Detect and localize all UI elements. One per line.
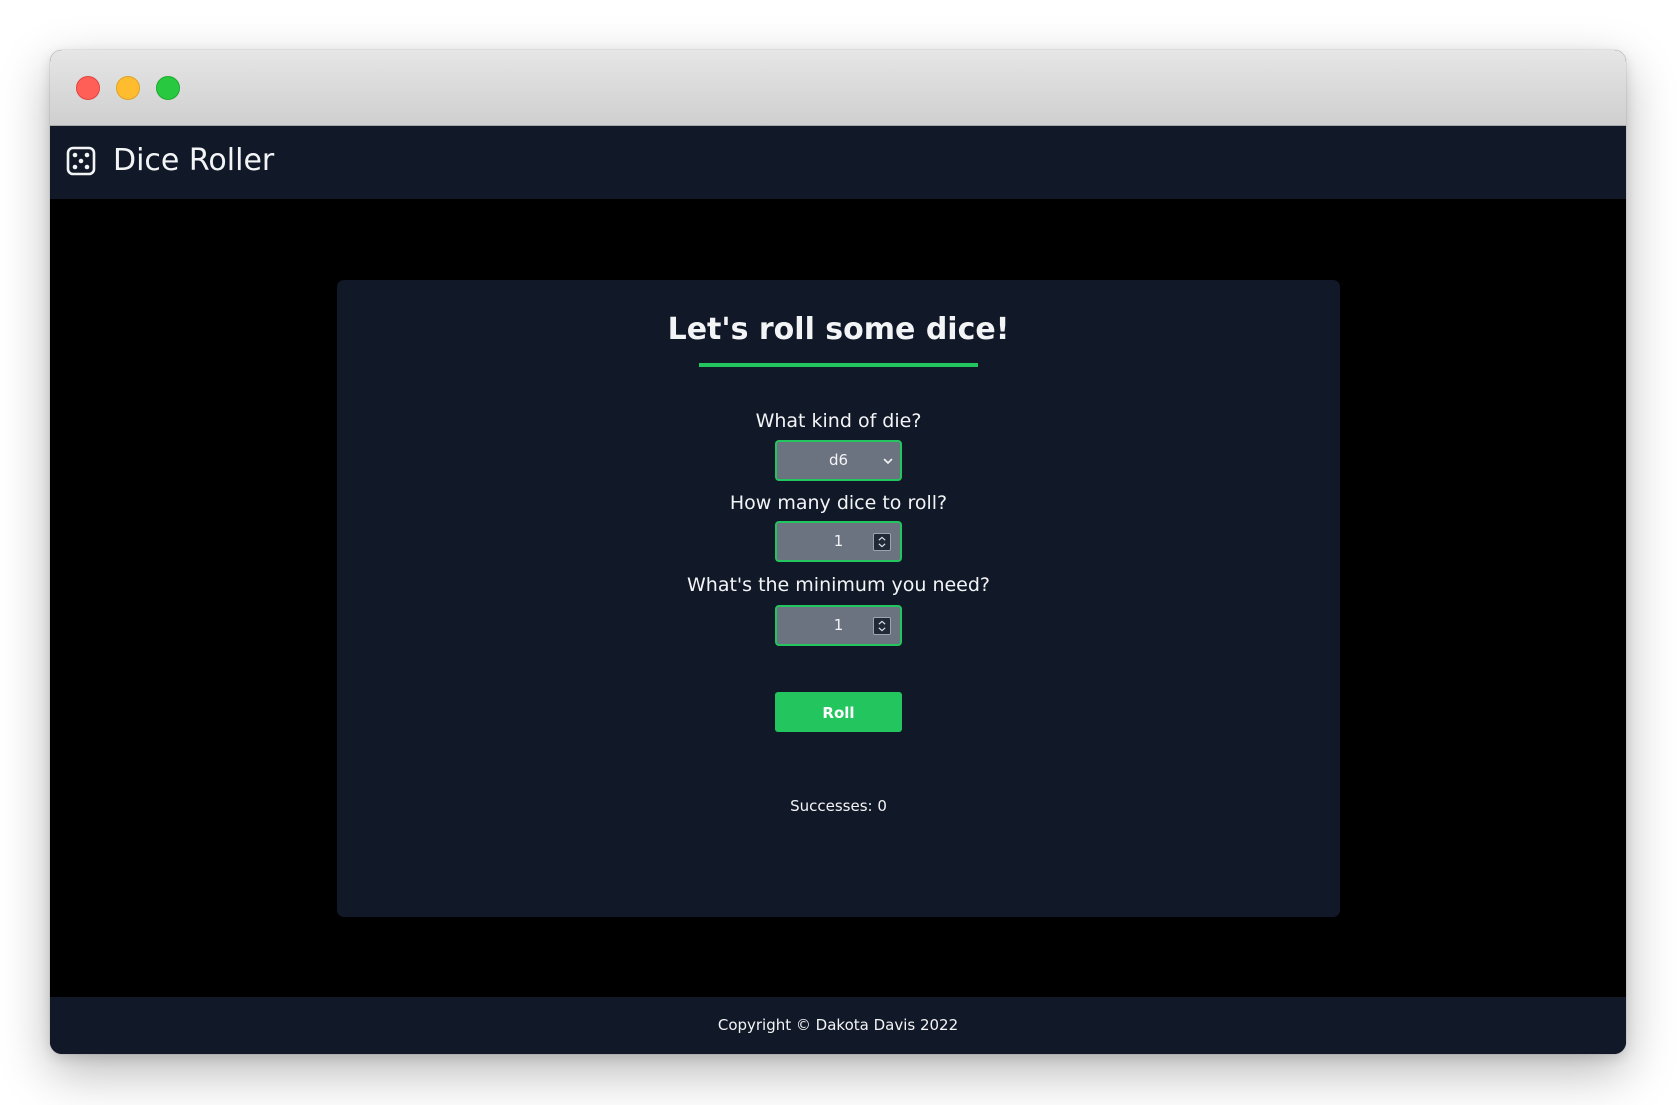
- main-content: Let's roll some dice! What kind of die? …: [50, 199, 1626, 997]
- page-title: Let's roll some dice!: [667, 312, 1010, 347]
- roll-button[interactable]: Roll: [775, 692, 902, 732]
- navbar: Dice Roller: [50, 126, 1626, 199]
- footer: Copyright © Dakota Davis 2022: [50, 997, 1626, 1054]
- window-maximize-button[interactable]: [156, 76, 180, 100]
- dice-count-input[interactable]: 1: [775, 521, 902, 562]
- window-titlebar: [50, 50, 1626, 126]
- window-close-button[interactable]: [76, 76, 100, 100]
- spinner-arrows-icon[interactable]: [873, 617, 891, 635]
- minimum-input[interactable]: 1: [775, 605, 902, 646]
- window-minimize-button[interactable]: [116, 76, 140, 100]
- app-window: Dice Roller Let's roll some dice! What k…: [50, 50, 1626, 1054]
- spinner-arrows-icon[interactable]: [873, 533, 891, 551]
- copyright-text: Copyright © Dakota Davis 2022: [717, 1016, 959, 1034]
- die-type-label: What kind of die?: [755, 410, 922, 432]
- dice-form-card: Let's roll some dice! What kind of die? …: [337, 280, 1340, 917]
- title-underline: [699, 363, 978, 367]
- dice-count-label: How many dice to roll?: [729, 492, 948, 514]
- die-type-select[interactable]: d6: [775, 440, 902, 481]
- dice-five-icon: [66, 146, 96, 176]
- minimum-label: What's the minimum you need?: [686, 574, 991, 596]
- successes-text: Successes: 0: [790, 797, 887, 815]
- app-title[interactable]: Dice Roller: [113, 141, 274, 181]
- chevron-down-icon: [883, 458, 893, 464]
